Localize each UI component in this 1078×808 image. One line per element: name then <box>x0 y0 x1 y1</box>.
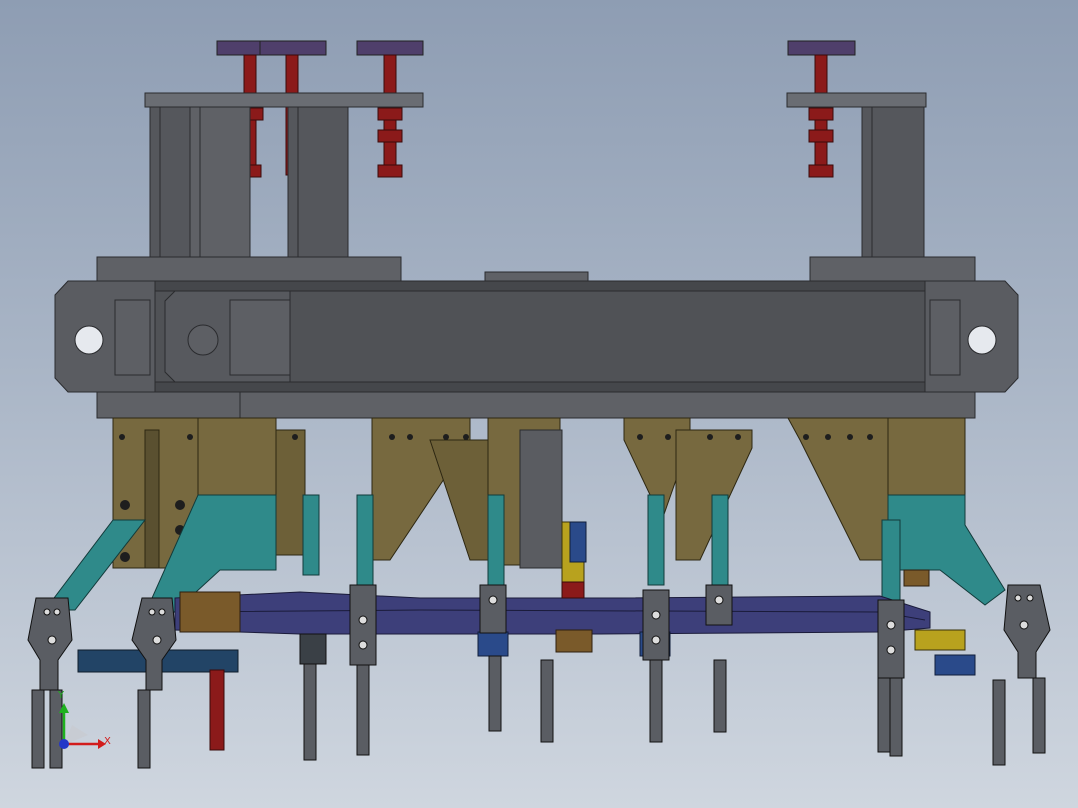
z-axis-dot <box>59 739 69 749</box>
support-leg <box>488 655 502 732</box>
column-cap <box>144 92 424 108</box>
guide-column <box>189 106 251 260</box>
bracket-plate <box>197 417 277 499</box>
clamp-handle <box>259 40 327 56</box>
support-leg <box>49 689 63 769</box>
rod-nut <box>377 129 403 143</box>
toggle-clamp <box>877 599 905 679</box>
rod-nut <box>808 129 834 143</box>
locator-block <box>477 631 509 657</box>
fixture-model[interactable]: X Y <box>0 0 1078 808</box>
guide-column <box>287 106 349 260</box>
red-support-post <box>209 669 225 751</box>
clamp-handle <box>356 40 424 56</box>
toggle-clamp <box>131 597 177 691</box>
center-guide <box>519 429 563 569</box>
teal-arm <box>887 494 1006 606</box>
locator-block <box>299 633 327 665</box>
teal-post <box>487 494 505 586</box>
column-cap <box>786 92 927 108</box>
beam-bottom-plate <box>96 391 976 419</box>
support-leg <box>303 663 317 761</box>
support-leg <box>31 689 45 769</box>
locator-block <box>179 591 241 633</box>
gusset <box>787 417 889 561</box>
beam-top-plate <box>96 256 402 282</box>
toggle-clamp <box>479 584 507 634</box>
lifting-hole <box>74 325 104 355</box>
support-leg <box>540 659 554 743</box>
gusset <box>275 429 306 556</box>
teal-post <box>881 519 901 601</box>
support-leg <box>356 664 370 756</box>
top-clamp-handles <box>216 40 856 56</box>
support-leg <box>889 677 903 757</box>
rod-nut <box>808 164 834 178</box>
support-leg <box>649 659 663 743</box>
guide-column <box>149 106 191 260</box>
coordinate-triad-icon: X Y <box>57 690 111 749</box>
y-axis-label: Y <box>57 690 65 701</box>
clamp-handle <box>787 40 856 56</box>
support-leg <box>713 659 727 733</box>
toggle-clamp <box>642 589 670 661</box>
x-axis-label: X <box>104 736 111 747</box>
cad-viewport[interactable]: X Y <box>0 0 1078 808</box>
lifting-hole <box>967 325 997 355</box>
locator-block <box>903 569 930 587</box>
toggle-clamp <box>1003 584 1051 679</box>
beam-hole <box>187 324 219 356</box>
support-leg <box>137 689 151 769</box>
teal-post <box>647 494 665 586</box>
rod-nut <box>808 107 834 121</box>
main-beam <box>54 256 1019 419</box>
toggle-clamp <box>705 584 733 626</box>
bracket-plate <box>887 417 966 499</box>
support-leg <box>877 677 891 753</box>
rod-nut <box>377 107 403 121</box>
toggle-clamp <box>27 597 73 691</box>
guide-column <box>861 106 925 260</box>
teal-post <box>356 494 374 586</box>
gusset <box>429 439 489 561</box>
toggle-clamp <box>349 584 377 666</box>
beam-top-plate <box>809 256 976 282</box>
support-leg <box>1032 677 1046 754</box>
locator-block <box>934 654 976 676</box>
sheet-part <box>174 591 931 635</box>
locator-block <box>555 629 593 653</box>
locator-block <box>561 581 585 599</box>
locator-block <box>914 629 966 651</box>
teal-post <box>302 494 320 576</box>
rod-nut <box>377 164 403 178</box>
locator-block <box>569 521 587 563</box>
teal-post <box>711 494 729 586</box>
support-leg <box>992 679 1006 766</box>
